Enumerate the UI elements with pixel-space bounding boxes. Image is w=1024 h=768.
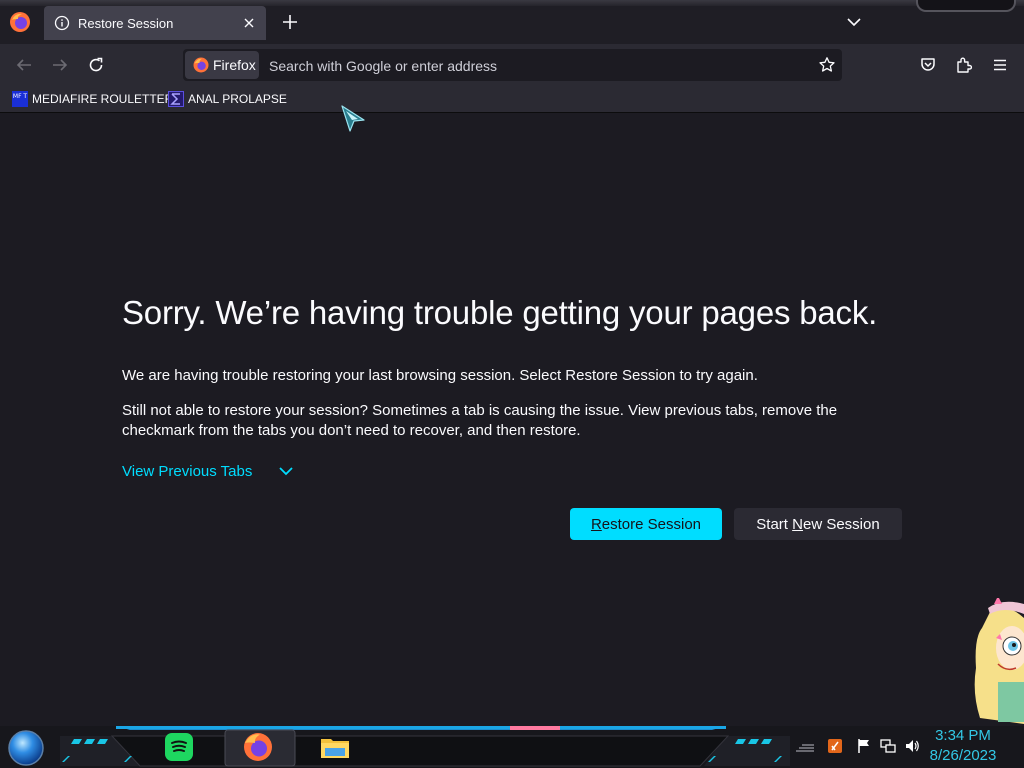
bookmark-star-icon[interactable] (818, 56, 836, 74)
firefox-menu-icon[interactable] (9, 11, 31, 33)
new-session-accel: N (792, 515, 803, 533)
back-arrow-icon[interactable] (15, 56, 33, 74)
close-tab-icon[interactable] (242, 16, 256, 30)
url-input[interactable] (267, 49, 801, 83)
start-orb-icon[interactable] (7, 729, 45, 767)
network-icon[interactable] (880, 738, 896, 754)
bookmark-mediafire-rouletter[interactable]: MF T MEDIAFIRE ROULETTER (12, 90, 173, 108)
firefox-logo-icon (193, 57, 209, 73)
forward-arrow-icon[interactable] (51, 56, 69, 74)
taskbar: 3:34 PM 8/26/2023 (0, 726, 1024, 768)
new-session-after: ew Session (802, 515, 880, 533)
sigma-favicon-icon (168, 91, 184, 107)
start-new-session-button[interactable]: Start New Session (734, 508, 902, 540)
restore-message: We are having trouble restoring your las… (122, 367, 758, 384)
restore-session-button[interactable]: Restore Session (570, 508, 722, 540)
info-icon (54, 15, 70, 31)
window-frame-notch (916, 0, 1016, 12)
list-all-tabs-chevron-down-icon[interactable] (845, 14, 863, 30)
view-previous-tabs-toggle[interactable]: View Previous Tabs (122, 461, 294, 481)
bookmark-label: ANAL PROLAPSE (188, 92, 287, 106)
cartoon-mascot-image (974, 598, 1024, 724)
hamburger-menu-icon[interactable] (991, 56, 1009, 74)
show-hidden-icons-icon[interactable] (794, 738, 816, 754)
clock-date: 8/26/2023 (929, 747, 997, 764)
mediafire-favicon-icon: MF T (12, 91, 28, 107)
clock-time: 3:34 PM (935, 727, 991, 744)
firefox-icon[interactable] (242, 731, 274, 763)
bookmark-anal-prolapse[interactable]: ANAL PROLAPSE (168, 90, 287, 108)
reload-icon[interactable] (87, 56, 105, 74)
chevron-down-icon (279, 467, 293, 476)
address-bar[interactable]: Firefox (183, 49, 842, 83)
app-tray-icon[interactable] (827, 738, 843, 754)
tab-title: Restore Session (78, 15, 174, 31)
bookmark-label: MEDIAFIRE ROULETTER (32, 92, 174, 106)
mouse-cursor-icon (341, 105, 365, 132)
page-title: Sorry. We’re having trouble getting your… (122, 294, 878, 331)
file-explorer-icon[interactable] (319, 731, 351, 763)
new-session-before: Start (756, 515, 793, 533)
identity-label: Firefox (213, 57, 256, 73)
mediafire-favicon-text: MF T (13, 93, 28, 100)
extensions-puzzle-icon[interactable] (955, 56, 973, 74)
restore-label: estore Session (601, 515, 702, 533)
tab-strip: Restore Session (0, 0, 1024, 44)
view-previous-tabs-label: View Previous Tabs (122, 462, 253, 480)
pocket-icon[interactable] (919, 56, 937, 74)
flag-icon[interactable] (856, 738, 872, 754)
system-clock[interactable]: 3:34 PM 8/26/2023 (918, 726, 1008, 766)
restore-accel: R (590, 515, 602, 533)
identity-box[interactable]: Firefox (185, 51, 259, 79)
spotify-icon[interactable] (163, 731, 195, 763)
navigation-toolbar: Firefox (0, 44, 1024, 86)
troubleshoot-message: Still not able to restore your session? … (122, 402, 838, 439)
tab-restore-session[interactable]: Restore Session (44, 6, 266, 40)
bookmarks-toolbar: MF T MEDIAFIRE ROULETTER ANAL PROLAPSE (0, 86, 1024, 113)
new-tab-icon[interactable] (280, 12, 300, 32)
